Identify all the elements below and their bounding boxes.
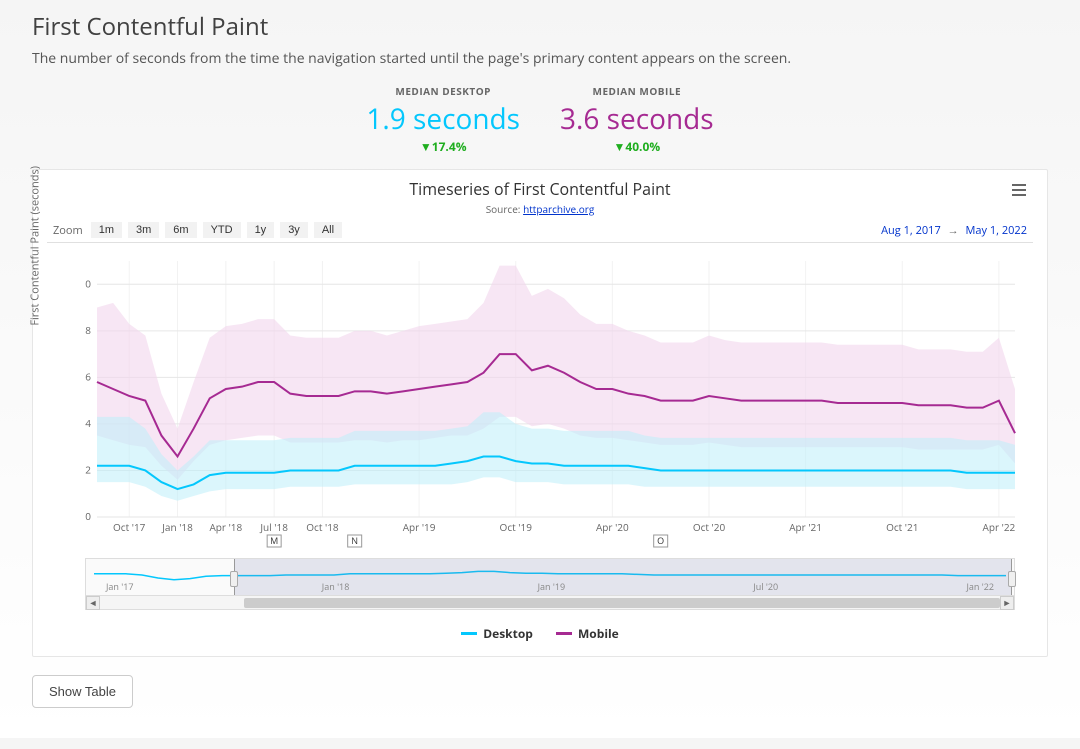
zoom-1y[interactable]: 1y: [247, 222, 275, 238]
svg-text:0: 0: [85, 509, 91, 523]
zoom-6m[interactable]: 6m: [165, 222, 196, 238]
show-table-button[interactable]: Show Table: [32, 675, 133, 708]
svg-text:Apr '20: Apr '20: [596, 520, 629, 534]
page-title: First Contentful Paint: [32, 10, 1048, 43]
yaxis-title: First Contentful Paint (seconds): [28, 166, 43, 326]
svg-text:Apr '22: Apr '22: [983, 520, 1016, 534]
range-from[interactable]: Aug 1, 2017: [881, 223, 941, 238]
zoom-buttons: Zoom 1m 3m 6m YTD 1y 3y All: [53, 222, 342, 238]
svg-text:Oct '17: Oct '17: [113, 520, 146, 534]
median-desktop-value: 1.9 seconds: [366, 100, 520, 138]
legend: Desktop Mobile: [47, 622, 1033, 642]
zoom-3m[interactable]: 3m: [128, 222, 159, 238]
svg-text:Oct '21: Oct '21: [886, 520, 918, 534]
legend-swatch-mobile: [556, 632, 572, 635]
svg-text:Apr '21: Apr '21: [789, 520, 822, 534]
median-desktop-block: MEDIAN DESKTOP 1.9 seconds ▼17.4%: [366, 84, 520, 155]
svg-text:Oct '18: Oct '18: [306, 520, 339, 534]
svg-text:Oct '19: Oct '19: [500, 520, 533, 534]
median-mobile-change: ▼40.0%: [560, 138, 714, 155]
svg-text:Apr '19: Apr '19: [403, 520, 436, 534]
range-to[interactable]: May 1, 2022: [965, 223, 1027, 238]
svg-text:Apr '18: Apr '18: [209, 520, 242, 534]
timeseries-plot[interactable]: 0 2 4 6 8 10 Oct '17 Jan '18 Apr '18 Jul '18 Oct '…: [85, 243, 1025, 553]
svg-text:M: M: [270, 534, 278, 547]
median-mobile-block: MEDIAN MOBILE 3.6 seconds ▼40.0%: [560, 84, 714, 155]
range-navigator[interactable]: Jan '17 Jan '18 Jan '19 Jul '20 Jan '22 …: [85, 558, 1015, 610]
chart-source: Source: httparchive.org: [47, 202, 1033, 216]
svg-text:6: 6: [85, 369, 91, 383]
chart-menu-icon[interactable]: [1005, 178, 1033, 202]
chart-title: Timeseries of First Contentful Paint: [47, 178, 1033, 200]
svg-text:Oct '20: Oct '20: [693, 520, 726, 534]
zoom-label: Zoom: [53, 223, 83, 238]
svg-text:N: N: [351, 534, 358, 547]
legend-item-mobile[interactable]: Mobile: [556, 625, 619, 642]
range-display: Aug 1, 2017 → May 1, 2022: [881, 223, 1027, 238]
median-desktop-label: MEDIAN DESKTOP: [366, 84, 520, 98]
legend-item-desktop[interactable]: Desktop: [461, 625, 533, 642]
median-desktop-change: ▼17.4%: [366, 138, 520, 155]
zoom-3y[interactable]: 3y: [280, 222, 308, 238]
svg-text:8: 8: [85, 323, 91, 337]
source-link[interactable]: httparchive.org: [523, 202, 594, 216]
range-arrow-icon: →: [948, 223, 959, 238]
navigator-scrollbar[interactable]: ◄ ►: [86, 595, 1014, 609]
svg-text:Jan '18: Jan '18: [161, 520, 193, 534]
median-mobile-value: 3.6 seconds: [560, 100, 714, 138]
svg-text:O: O: [657, 534, 664, 547]
plot-area[interactable]: First Contentful Paint (seconds) 0246810…: [47, 242, 1033, 552]
scroll-left-icon[interactable]: ◄: [86, 596, 100, 610]
scroll-right-icon[interactable]: ►: [1000, 596, 1014, 610]
navigator-labels: Jan '17 Jan '18 Jan '19 Jul '20 Jan '22: [86, 580, 1014, 593]
zoom-all[interactable]: All: [314, 222, 342, 238]
median-mobile-label: MEDIAN MOBILE: [560, 84, 714, 98]
svg-text:10: 10: [85, 276, 91, 290]
page-subtitle: The number of seconds from the time the …: [32, 49, 1048, 68]
median-summary: MEDIAN DESKTOP 1.9 seconds ▼17.4% MEDIAN…: [32, 84, 1048, 155]
svg-text:Jul '18: Jul '18: [259, 520, 288, 534]
svg-text:2: 2: [85, 462, 91, 476]
zoom-1m[interactable]: 1m: [91, 222, 122, 238]
chart-card: Timeseries of First Contentful Paint Sou…: [32, 169, 1048, 657]
svg-text:4: 4: [85, 416, 91, 430]
legend-swatch-desktop: [461, 632, 477, 635]
zoom-ytd[interactable]: YTD: [203, 222, 241, 238]
